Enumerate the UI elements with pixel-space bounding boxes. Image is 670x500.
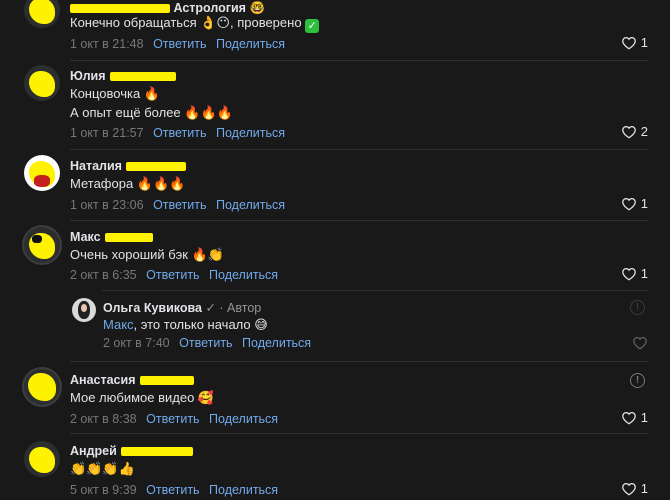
avatar[interactable] — [24, 0, 60, 28]
comment-date[interactable]: 1 окт в 23:06 — [70, 198, 144, 212]
redacted-name — [70, 4, 170, 14]
comment-meta: 1 окт в 23:06 Ответить Поделиться — [70, 198, 285, 212]
like-button[interactable]: 1 — [621, 35, 648, 50]
heart-icon — [621, 197, 636, 210]
reply-button[interactable]: Ответить — [146, 412, 199, 426]
reply-button[interactable]: Ответить — [179, 336, 232, 350]
divider — [70, 433, 648, 434]
author-name: Астрология — [173, 1, 246, 15]
heart-icon — [621, 411, 636, 424]
divider — [70, 361, 648, 362]
comment-date[interactable]: 2 окт в 8:38 — [70, 412, 137, 426]
share-button[interactable]: Поделиться — [216, 37, 285, 51]
share-button[interactable]: Поделиться — [242, 336, 311, 350]
heart-icon — [621, 36, 636, 49]
comment-text-line: Конечно обращаться 👌😶, проверено — [70, 15, 302, 30]
reply-meta: 2 окт в 7:40 Ответить Поделиться — [103, 336, 311, 350]
like-button[interactable]: 1 — [621, 481, 648, 496]
comment-text: Конечно обращаться 👌😶, проверено ✓ — [70, 15, 320, 33]
avatar[interactable] — [72, 298, 96, 322]
comment-text-line: Метафора 🔥🔥🔥 — [70, 176, 186, 191]
comment-text-line: Мое любимое видео 🥰 — [70, 390, 215, 405]
heart-icon — [621, 267, 636, 280]
comment-meta: 1 окт в 21:48 Ответить Поделиться — [70, 37, 285, 51]
like-count: 1 — [640, 481, 648, 496]
comment-date[interactable]: 2 окт в 6:35 — [70, 268, 137, 282]
reply-button[interactable]: Ответить — [153, 126, 206, 140]
author-name: Андрей — [70, 444, 117, 458]
divider — [70, 60, 648, 61]
like-button[interactable] — [632, 336, 648, 350]
info-icon[interactable]: ! — [630, 300, 645, 315]
like-count: 1 — [640, 410, 648, 425]
redacted-name — [139, 376, 194, 386]
comment-date[interactable]: 1 окт в 21:48 — [70, 37, 144, 51]
reply-author[interactable]: Ольга Кувикова ✓ · Автор — [103, 300, 261, 315]
verified-check-icon: ✓ — [205, 301, 216, 315]
divider — [70, 220, 648, 221]
share-button[interactable]: Поделиться — [209, 483, 278, 497]
avatar[interactable] — [24, 441, 60, 477]
author-badge: · Автор — [219, 301, 262, 315]
comment-author[interactable]: Астрология 🤓 — [70, 0, 265, 16]
share-button[interactable]: Поделиться — [209, 412, 278, 426]
heart-icon — [633, 336, 647, 350]
check-icon: ✓ — [305, 19, 320, 33]
comment-author[interactable]: Наталия — [70, 159, 186, 173]
comment-date[interactable]: 1 окт в 21:57 — [70, 126, 144, 140]
reply-text-line: , это только начало 😅 — [133, 317, 268, 332]
comment-author[interactable]: Андрей — [70, 444, 193, 458]
reply-text: Макс, это только начало 😅 — [103, 317, 268, 333]
comment-text-line: Концовочка 🔥 — [70, 86, 160, 101]
avatar[interactable] — [24, 369, 60, 405]
comment-meta: 2 окт в 8:38 Ответить Поделиться — [70, 412, 278, 426]
redacted-name — [120, 447, 193, 457]
comment-text-line: 👏👏👏👍 — [70, 461, 135, 476]
comment-date[interactable]: 5 окт в 9:39 — [70, 483, 137, 497]
author-name: Наталия — [70, 159, 122, 173]
comment-text-line: А опыт ещё более 🔥🔥🔥 — [70, 105, 233, 120]
author-name: Макс — [70, 230, 101, 244]
redacted-name — [104, 233, 153, 243]
comment-author[interactable]: Анастасия — [70, 373, 194, 387]
avatar[interactable] — [24, 227, 60, 263]
like-count: 1 — [640, 196, 648, 211]
heart-icon — [621, 125, 636, 138]
comment-author[interactable]: Юлия — [70, 69, 176, 83]
comment-meta: 5 окт в 9:39 Ответить Поделиться — [70, 483, 278, 497]
reply-button[interactable]: Ответить — [153, 37, 206, 51]
heart-icon — [621, 482, 636, 495]
avatar[interactable] — [24, 65, 60, 101]
divider — [70, 149, 648, 150]
comment-meta: 1 окт в 21:57 Ответить Поделиться — [70, 126, 285, 140]
author-name: Ольга Кувикова — [103, 301, 202, 315]
share-button[interactable]: Поделиться — [216, 198, 285, 212]
like-count: 2 — [640, 124, 648, 139]
reply-button[interactable]: Ответить — [146, 483, 199, 497]
divider — [102, 290, 648, 291]
share-button[interactable]: Поделиться — [216, 126, 285, 140]
like-button[interactable]: 1 — [621, 410, 648, 425]
comment-meta: 2 окт в 6:35 Ответить Поделиться — [70, 268, 278, 282]
avatar[interactable] — [24, 155, 60, 191]
info-icon[interactable]: ! — [630, 373, 645, 388]
comment-author[interactable]: Макс — [70, 230, 153, 244]
comment-text-line: Очень хороший бэк 🔥👏 — [70, 247, 224, 262]
author-name: Юлия — [70, 69, 106, 83]
reply-date[interactable]: 2 окт в 7:40 — [103, 336, 170, 350]
mention-link[interactable]: Макс — [103, 317, 134, 332]
like-button[interactable]: 1 — [621, 196, 648, 211]
reply-button[interactable]: Ответить — [153, 198, 206, 212]
like-count: 1 — [640, 35, 648, 50]
face-emoji-icon: 🤓 — [249, 0, 266, 15]
redacted-name — [109, 72, 176, 82]
share-button[interactable]: Поделиться — [209, 268, 278, 282]
reply-button[interactable]: Ответить — [146, 268, 199, 282]
redacted-name — [125, 162, 186, 172]
like-button[interactable]: 1 — [621, 266, 648, 281]
author-name: Анастасия — [70, 373, 136, 387]
like-count: 1 — [640, 266, 648, 281]
like-button[interactable]: 2 — [621, 124, 648, 139]
